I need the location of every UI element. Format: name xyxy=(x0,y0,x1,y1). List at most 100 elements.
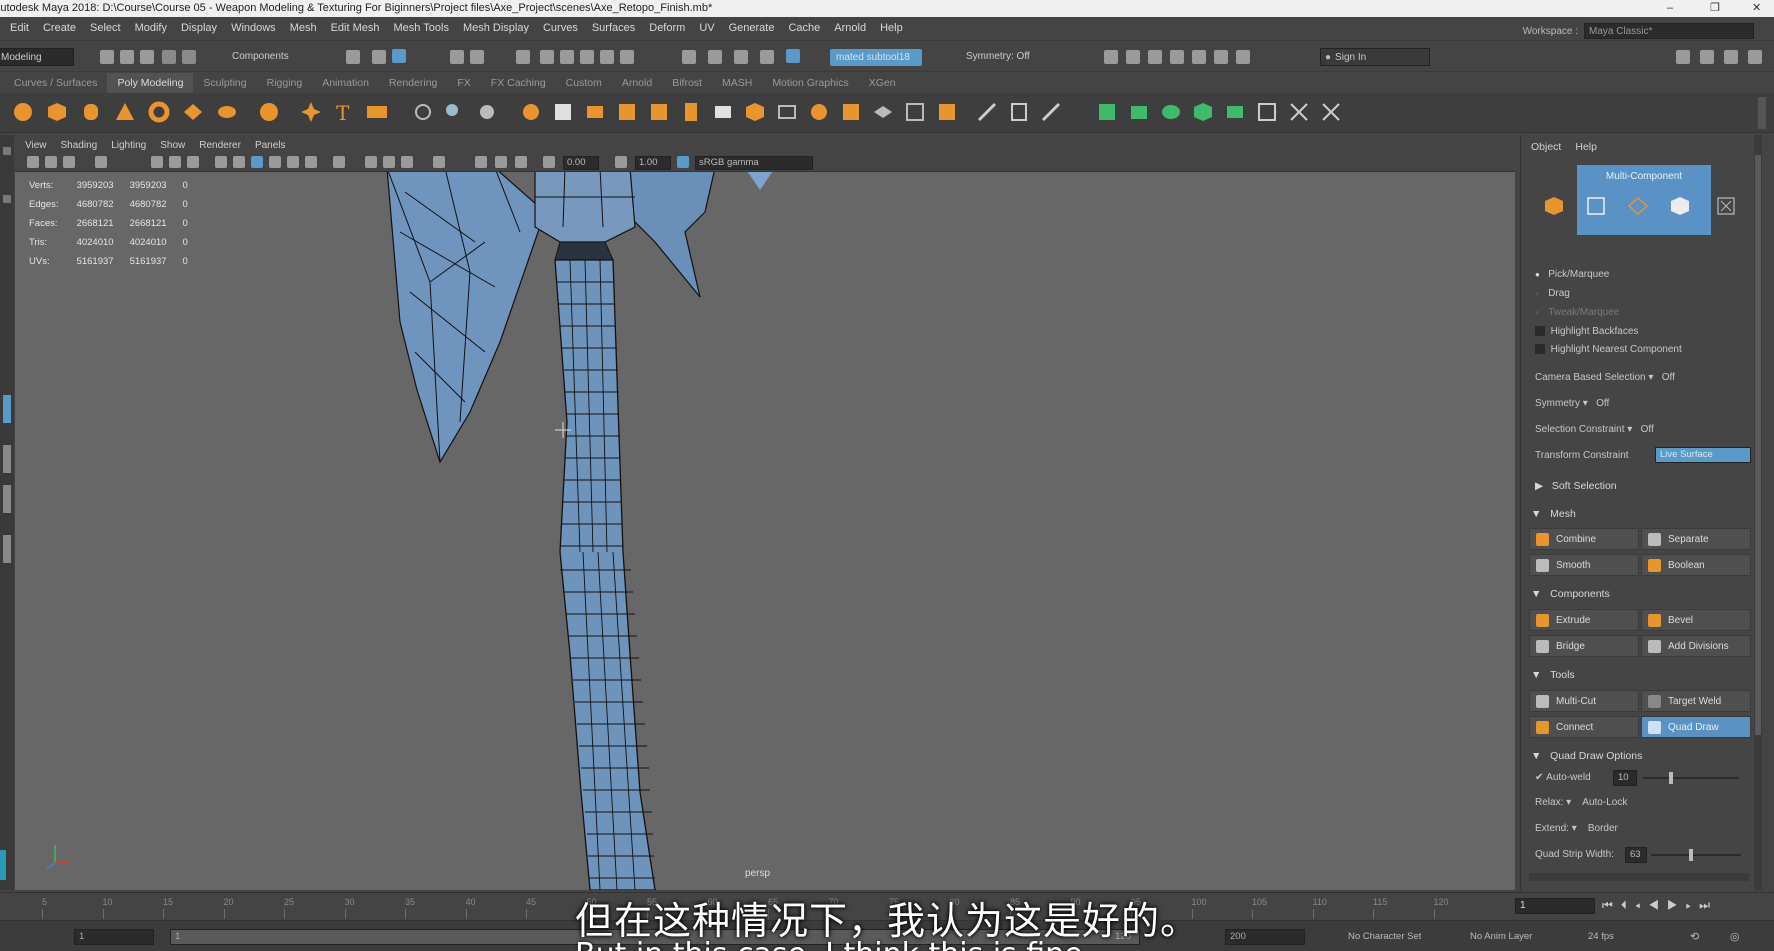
checker-icon[interactable] xyxy=(1256,101,1278,123)
lights-icon[interactable] xyxy=(305,156,317,168)
shelf-tab-mash[interactable]: MASH xyxy=(712,73,762,93)
hypershade-icon[interactable] xyxy=(786,49,800,63)
sew-uv-icon[interactable] xyxy=(1320,101,1342,123)
step-back-frame-icon[interactable]: ◂ xyxy=(1635,898,1648,912)
panel-menu-show[interactable]: Show xyxy=(153,138,192,154)
new-scene-icon[interactable] xyxy=(100,50,114,64)
go-to-start-icon[interactable]: ⏮ xyxy=(1602,898,1621,912)
color-management-icon[interactable] xyxy=(677,156,689,168)
timer-icon[interactable] xyxy=(1192,50,1206,64)
grease-pencil-icon[interactable] xyxy=(95,156,107,168)
menu-help[interactable]: Help xyxy=(873,17,910,40)
insert-edge-loop-icon[interactable] xyxy=(1008,101,1030,123)
menu-create[interactable]: Create xyxy=(36,17,83,40)
highlight-nearest-checkbox[interactable]: Highlight Nearest Component xyxy=(1535,344,1682,355)
menu-arnold[interactable]: Arnold xyxy=(827,17,873,40)
extrude-button[interactable]: Extrude xyxy=(1529,609,1639,631)
shelf-tab-sculpting[interactable]: Sculpting xyxy=(193,73,256,93)
menu-edit[interactable]: Edit xyxy=(0,17,36,40)
drag-option[interactable]: ● Drag xyxy=(1535,288,1570,299)
history-icon[interactable] xyxy=(682,50,696,64)
select-by-hierarchy-icon[interactable] xyxy=(346,50,360,64)
select-by-component-icon[interactable] xyxy=(392,49,406,63)
separate-icon[interactable] xyxy=(552,101,574,123)
merge-icon[interactable] xyxy=(904,101,926,123)
symmetry-row[interactable]: Symmetry ▾ Off xyxy=(1535,398,1609,409)
gamma-icon[interactable] xyxy=(615,156,627,168)
resolution-gate-icon[interactable] xyxy=(187,156,199,168)
play-forwards-icon[interactable]: ▶ xyxy=(1667,898,1686,912)
axe-mesh[interactable] xyxy=(15,172,1515,890)
go-to-end-icon[interactable]: ⏭ xyxy=(1699,898,1718,912)
uv-editor-icon[interactable] xyxy=(1224,101,1246,123)
poly-cube-icon[interactable] xyxy=(46,101,68,123)
transform-constraint-dropdown[interactable]: Live Surface xyxy=(1655,447,1751,463)
film-gate-icon[interactable] xyxy=(169,156,181,168)
tools-section-header[interactable]: ▼ Tools xyxy=(1531,669,1575,681)
shelf-tab-curves-surfaces[interactable]: Curves / Surfaces xyxy=(0,73,107,93)
planar-uv-icon[interactable] xyxy=(1096,101,1118,123)
select-by-object-icon[interactable] xyxy=(372,50,386,64)
bevel-icon[interactable] xyxy=(744,101,766,123)
poke-icon[interactable] xyxy=(872,101,894,123)
connect-button[interactable]: Connect xyxy=(1529,716,1639,738)
layout-outliner-icon[interactable] xyxy=(1170,50,1184,64)
character-set-dropdown[interactable]: No Character Set xyxy=(1348,931,1421,942)
modeling-toolkit-toggle-icon[interactable] xyxy=(1676,50,1690,64)
smooth-proxy-icon[interactable] xyxy=(476,101,498,123)
tweak-marquee-option[interactable]: ● Tweak/Marquee xyxy=(1535,307,1619,318)
mesh-section-header[interactable]: ▼ Mesh xyxy=(1531,508,1576,520)
xray-icon[interactable] xyxy=(269,156,281,168)
shelf-tab-motion-graphics[interactable]: Motion Graphics xyxy=(762,73,858,93)
shelf-tab-fx[interactable]: FX xyxy=(447,73,480,93)
exposure-field[interactable]: 0.00 xyxy=(563,156,599,170)
shelf-scroll[interactable] xyxy=(1758,97,1766,129)
selection-mode-dropdown[interactable]: Components xyxy=(228,48,308,66)
ipr-render-icon[interactable] xyxy=(734,50,748,64)
camera-attributes-icon[interactable] xyxy=(45,156,57,168)
redo-icon[interactable] xyxy=(182,50,196,64)
camera-icon[interactable] xyxy=(27,156,39,168)
xray-joints-icon[interactable] xyxy=(475,156,487,168)
shadows-icon[interactable] xyxy=(333,156,345,168)
menu-windows[interactable]: Windows xyxy=(224,17,283,40)
poly-cylinder-icon[interactable] xyxy=(80,101,102,123)
menu-set-dropdown[interactable]: Modeling xyxy=(0,48,74,66)
channel-box-toggle-icon[interactable] xyxy=(1748,50,1762,64)
quad-strip-width-slider[interactable] xyxy=(1651,849,1741,861)
automatic-uv-icon[interactable] xyxy=(1192,101,1214,123)
shelf-tab-arnold[interactable]: Arnold xyxy=(612,73,662,93)
slider-handle[interactable] xyxy=(1689,849,1693,861)
menu-curves[interactable]: Curves xyxy=(536,17,585,40)
panel-menu-renderer[interactable]: Renderer xyxy=(192,138,248,154)
auto-weld-checkbox[interactable]: ✔ Auto-weld xyxy=(1535,772,1591,783)
filter-icon[interactable] xyxy=(1214,50,1228,64)
xray-active-icon[interactable] xyxy=(495,156,507,168)
cut-uv-icon[interactable] xyxy=(1288,101,1310,123)
open-scene-icon[interactable] xyxy=(120,50,134,64)
poly-plane-icon[interactable] xyxy=(182,101,204,123)
outliner-tab[interactable] xyxy=(0,850,6,880)
lock-icon[interactable] xyxy=(600,50,614,64)
workspace-dropdown[interactable]: Maya Classic* xyxy=(1584,23,1754,39)
multi-cut-icon[interactable] xyxy=(976,101,998,123)
scrollbar-thumb[interactable] xyxy=(1755,155,1761,735)
menu-mesh-tools[interactable]: Mesh Tools xyxy=(387,17,456,40)
svg-tool-icon[interactable] xyxy=(366,101,388,123)
smooth-button[interactable]: Smooth xyxy=(1529,554,1639,576)
shelf-tab-fx-caching[interactable]: FX Caching xyxy=(481,73,556,93)
perspective-viewport[interactable]: View Shading Lighting Show Renderer Panels xyxy=(15,138,1515,890)
isolate-select-icon[interactable] xyxy=(433,156,445,168)
poly-disc-icon[interactable] xyxy=(216,101,238,123)
poly-torus-icon[interactable] xyxy=(148,101,170,123)
soft-selection-header[interactable]: ▶ Soft Selection xyxy=(1535,480,1617,492)
type-tool-icon[interactable]: T xyxy=(332,101,354,123)
tool-settings-toggle-icon[interactable] xyxy=(1724,50,1738,64)
close-button[interactable]: ✕ xyxy=(1752,0,1761,17)
spherical-uv-icon[interactable] xyxy=(1160,101,1182,123)
menu-select[interactable]: Select xyxy=(83,17,128,40)
menu-uv[interactable]: UV xyxy=(692,17,721,40)
pick-mask-icon[interactable] xyxy=(450,50,464,64)
layout-button[interactable] xyxy=(3,445,11,473)
shelf-tab-animation[interactable]: Animation xyxy=(312,73,379,93)
